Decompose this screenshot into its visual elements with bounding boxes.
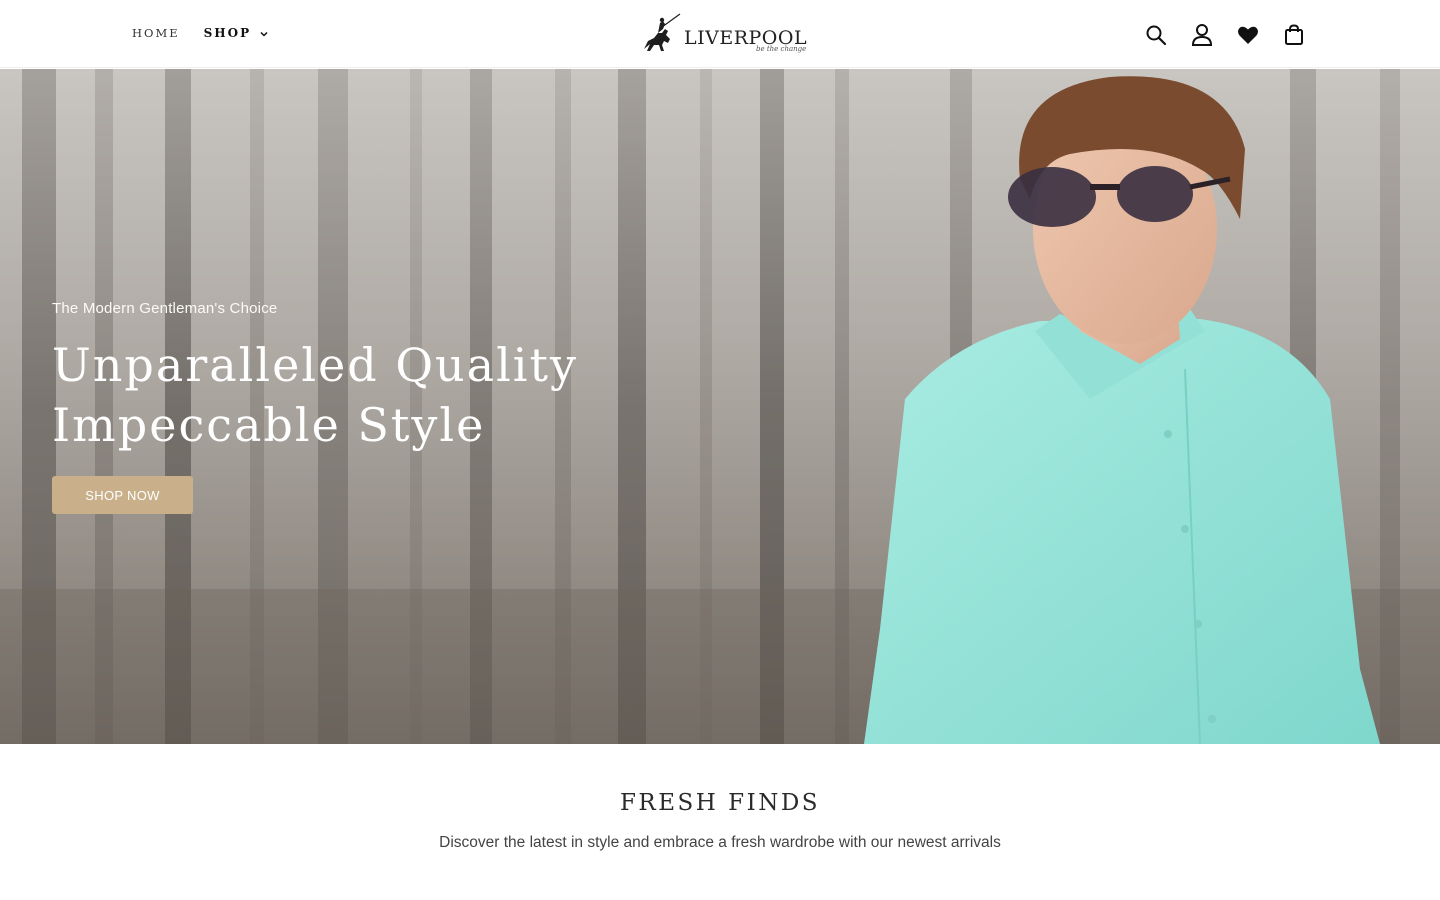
hero-subtitle: The Modern Gentleman's Choice: [52, 300, 278, 317]
hero-title: Unparalleled Quality Impeccable Style: [52, 335, 578, 455]
fresh-finds-title: FRESH FINDS: [619, 790, 821, 816]
cart-bag-icon[interactable]: [1282, 23, 1306, 47]
main-nav: HOME SHOP: [132, 26, 269, 40]
shop-now-button[interactable]: SHOP NOW: [52, 476, 193, 514]
brand-tagline: be the change: [756, 45, 807, 53]
nav-shop-dropdown[interactable]: SHOP: [204, 26, 269, 40]
hero-title-line-2: Impeccable Style: [52, 398, 486, 452]
brand-logo[interactable]: LIVERPOOL be the change: [638, 12, 808, 60]
fresh-finds-description: Discover the latest in style and embrace…: [439, 834, 1001, 851]
hero-banner: The Modern Gentleman's Choice Unparallel…: [0, 69, 1440, 744]
knight-horse-icon: [638, 11, 682, 62]
nav-shop-label: SHOP: [203, 26, 252, 40]
wishlist-heart-icon[interactable]: [1236, 23, 1260, 47]
chevron-down-icon: [259, 28, 269, 38]
account-icon[interactable]: [1190, 23, 1214, 47]
search-icon[interactable]: [1144, 23, 1168, 47]
hero-title-line-1: Unparalleled Quality: [52, 338, 578, 392]
site-header: HOME SHOP LIVERPOOL be the change: [0, 0, 1440, 68]
nav-home-link[interactable]: HOME: [132, 26, 180, 40]
header-actions: [1144, 23, 1306, 47]
